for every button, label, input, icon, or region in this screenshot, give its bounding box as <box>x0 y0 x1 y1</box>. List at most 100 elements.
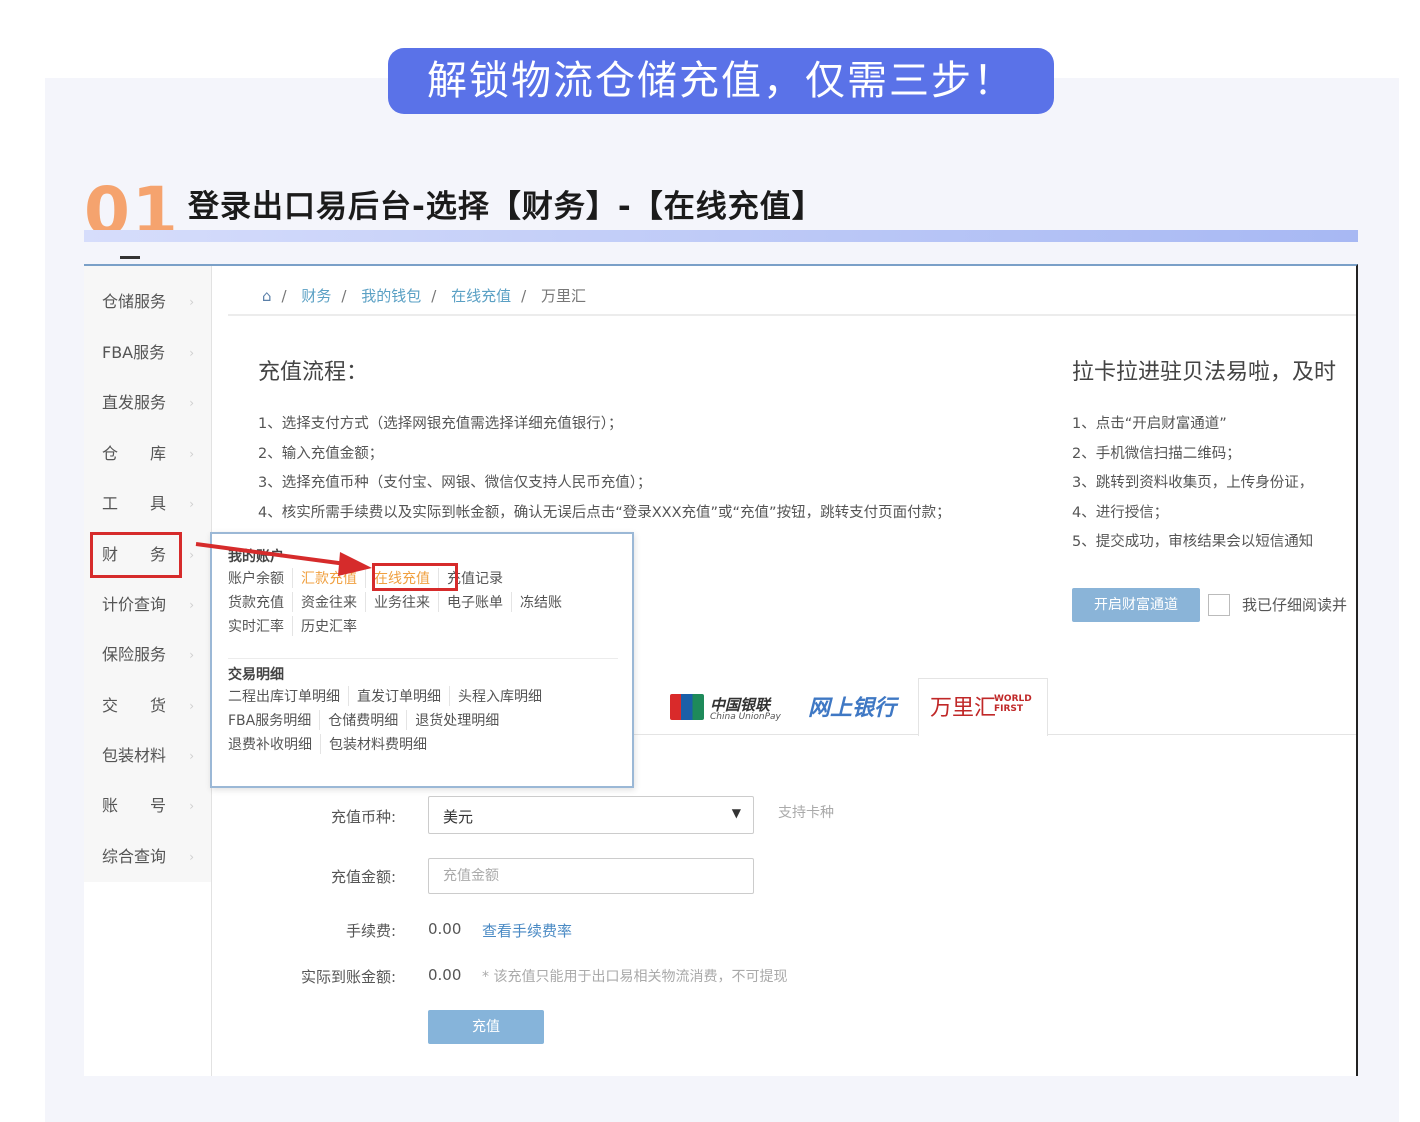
embedded-screenshot: 仓储服务 › FBA服务 › 直发服务 › 仓 库 › 工 具 › 财 务 › 计价查询 › … <box>84 264 1358 1076</box>
fee-value: 0.00 <box>428 920 462 938</box>
chevron-right-icon: › <box>189 850 194 864</box>
breadcrumb-separator: / <box>341 287 347 305</box>
sidebar-item-direct-ship[interactable]: 直发服务 › <box>102 388 202 418</box>
breadcrumb-divider <box>228 314 1356 316</box>
currency-select[interactable]: 美元 ▼ <box>428 796 754 834</box>
home-icon[interactable]: ⌂ <box>262 287 272 305</box>
sidebar-item-insurance[interactable]: 保险服务 › <box>102 640 202 670</box>
actual-amount-value: 0.00 <box>428 966 462 984</box>
screenshot-tick <box>120 256 140 259</box>
sidebar-item-label: FBA服务 <box>102 343 166 362</box>
finance-highlight-box <box>90 532 182 578</box>
menu-divider <box>228 658 618 659</box>
menu-item-refund-detail[interactable]: 退费补收明细 <box>228 734 321 754</box>
process-step: 1、选择支付方式（选择网银充值需选择详细充值银行）； <box>258 416 623 432</box>
step-underline <box>84 230 1358 242</box>
sidebar-item-label: 保险服务 <box>102 645 167 664</box>
step-title: 登录出口易后台-选择【财务】-【在线充值】 <box>188 189 824 225</box>
menu-row: 退费补收明细 包装材料费明细 <box>228 734 443 754</box>
chevron-right-icon: › <box>189 799 194 813</box>
caret-down-icon: ▼ <box>731 806 741 820</box>
chevron-right-icon: › <box>189 648 194 662</box>
fee-rate-link[interactable]: 查看手续费率 <box>482 920 572 941</box>
recharge-button[interactable]: 充值 <box>428 1010 544 1044</box>
menu-item-fund-flow[interactable]: 资金往来 <box>301 592 366 612</box>
sidebar-item-fba[interactable]: FBA服务 › <box>102 338 202 368</box>
actual-amount-note: * 该充值只能用于出口易相关物流消费，不可提现 <box>482 969 788 985</box>
sidebar-lower <box>84 882 212 1076</box>
lakala-steps: 1、点击“开启财富通道” 2、手机微信扫描二维码； 3、跳转到资料收集页，上传身… <box>1072 410 1313 558</box>
menu-item-return-detail[interactable]: 退货处理明细 <box>415 710 507 730</box>
breadcrumb-separator: / <box>281 287 287 305</box>
lakala-step: 4、进行授信； <box>1072 504 1169 521</box>
online-recharge-highlight-box <box>372 563 458 591</box>
menu-item-frozen[interactable]: 冻结账 <box>520 592 570 612</box>
sidebar-item-pricing[interactable]: 计价查询 › <box>102 590 202 620</box>
sidebar-item-label: 计价查询 <box>102 595 167 614</box>
breadcrumb-online-recharge[interactable]: 在线充值 <box>451 287 511 305</box>
lakala-step: 2、手机微信扫描二维码； <box>1072 445 1241 462</box>
agree-checkbox[interactable] <box>1208 594 1230 616</box>
currency-value: 美元 <box>443 808 474 826</box>
amount-label: 充值金额: <box>330 868 396 886</box>
tab-online-bank[interactable]: 网上银行 <box>808 690 896 722</box>
sidebar-item-label: 综合查询 <box>102 847 167 866</box>
menu-item-direct-order-detail[interactable]: 直发订单明细 <box>357 686 450 706</box>
chevron-right-icon: › <box>189 346 194 360</box>
chevron-right-icon: › <box>189 295 194 309</box>
menu-item-payment-recharge[interactable]: 货款充值 <box>228 592 293 612</box>
breadcrumb-wallet[interactable]: 我的钱包 <box>361 287 421 305</box>
menu-item-business-flow[interactable]: 业务往来 <box>374 592 439 612</box>
menu-item-fba-detail[interactable]: FBA服务明细 <box>228 710 321 730</box>
currency-label: 充值币种: <box>330 808 396 826</box>
sidebar-item-query[interactable]: 综合查询 › <box>102 842 202 872</box>
menu-item-inbound-detail[interactable]: 头程入库明细 <box>458 686 550 706</box>
sidebar-item-delivery[interactable]: 交 货 › <box>102 691 202 721</box>
sidebar-item-storage[interactable]: 仓储服务 › <box>102 287 202 317</box>
sidebar-item-label: 账 号 <box>102 796 167 815</box>
breadcrumb: ⌂ / 财务 / 我的钱包 / 在线充值 / 万里汇 <box>262 284 594 308</box>
chevron-right-icon: › <box>189 749 194 763</box>
menu-section-my-account: 我的账户 <box>228 549 284 565</box>
process-step: 4、核实所需手续费以及实际到帐金额，确认无误后点击“登录XXX充值”或“充值”按… <box>258 504 951 521</box>
process-step: 2、输入充值金额； <box>258 445 384 462</box>
sidebar-item-tools[interactable]: 工 具 › <box>102 489 202 519</box>
breadcrumb-finance[interactable]: 财务 <box>301 287 331 305</box>
finance-dropdown-menu: 我的账户 账户余额 汇款充值 在线充值 充值记录 货款充值 资金往来 业务往来 电子账单 冻结… <box>210 532 634 788</box>
lakala-step: 5、提交成功，审核结果会以短信通知 <box>1072 534 1314 550</box>
banner-title: 解锁物流仓储充值，仅需三步！ <box>388 48 1054 114</box>
menu-item-packaging-fee-detail[interactable]: 包装材料费明细 <box>329 734 435 754</box>
menu-item-storage-fee-detail[interactable]: 仓储费明细 <box>328 710 408 730</box>
menu-section-transactions: 交易明细 <box>228 667 284 683</box>
fee-label: 手续费: <box>345 922 396 940</box>
menu-item-balance[interactable]: 账户余额 <box>228 568 293 588</box>
menu-item-history-rate[interactable]: 历史汇率 <box>301 616 365 636</box>
menu-item-outbound-detail[interactable]: 二程出库订单明细 <box>228 686 349 706</box>
menu-item-e-bill[interactable]: 电子账单 <box>447 592 512 612</box>
chevron-right-icon: › <box>189 548 194 562</box>
lakala-title: 拉卡拉进驻贝法易啦，及时 <box>1072 360 1337 385</box>
menu-item-remittance[interactable]: 汇款充值 <box>301 568 366 588</box>
actual-amount-label: 实际到账金额: <box>300 968 396 986</box>
sidebar-item-account[interactable]: 账 号 › <box>102 791 202 821</box>
chevron-right-icon: › <box>189 497 194 511</box>
sidebar-item-label: 交 货 <box>102 696 167 715</box>
worldfirst-en-1: WORLD <box>994 694 1032 704</box>
menu-item-realtime-rate[interactable]: 实时汇率 <box>228 616 293 636</box>
lakala-step: 3、跳转到资料收集页，上传身份证， <box>1072 475 1314 491</box>
sidebar-item-packaging[interactable]: 包装材料 › <box>102 741 202 771</box>
tab-unionpay-sublabel: China UnionPay <box>710 712 781 722</box>
chevron-right-icon: › <box>189 396 194 410</box>
open-wealth-channel-button[interactable]: 开启财富通道 <box>1072 588 1200 622</box>
sidebar-item-warehouse[interactable]: 仓 库 › <box>102 439 202 469</box>
sidebar-item-label: 工 具 <box>102 494 167 513</box>
lakala-step: 1、点击“开启财富通道” <box>1072 416 1227 432</box>
breadcrumb-separator: / <box>521 287 527 305</box>
sidebar-item-label: 直发服务 <box>102 393 167 412</box>
worldfirst-en-2: FIRST <box>994 704 1024 714</box>
amount-input[interactable] <box>428 858 754 894</box>
breadcrumb-current: 万里汇 <box>540 287 586 305</box>
unionpay-logo-icon[interactable] <box>670 694 704 720</box>
agree-label: 我已仔细阅读并 <box>1242 596 1348 614</box>
chevron-right-icon: › <box>189 598 194 612</box>
